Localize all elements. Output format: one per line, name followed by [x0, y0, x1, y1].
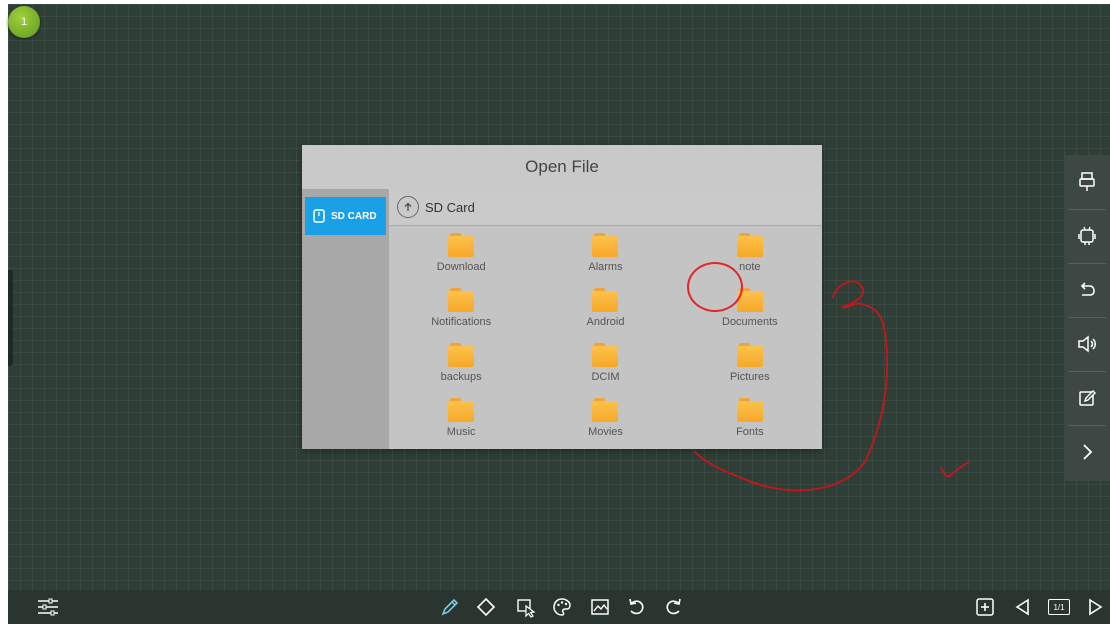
page-number-badge: 1 [8, 6, 40, 38]
redo-icon[interactable] [659, 590, 689, 624]
sd-card-tab-label: SD CARD [331, 210, 377, 222]
folder-pictures[interactable]: Pictures [678, 339, 822, 391]
annotation-highlight-circle [687, 262, 743, 312]
file-grid: Download Alarms note Notifications Andro… [389, 229, 822, 446]
sd-card-tab[interactable]: SD CARD [305, 197, 386, 235]
usb-icon[interactable] [1064, 155, 1110, 209]
page-indicator[interactable]: 1/1 [1044, 590, 1074, 624]
previous-page-icon[interactable] [1008, 590, 1038, 624]
folder-icon [592, 398, 619, 422]
folder-icon [448, 233, 475, 257]
palette-icon[interactable] [547, 590, 577, 624]
folder-notifications[interactable]: Notifications [389, 284, 533, 336]
right-toolbar [1064, 155, 1110, 481]
folder-icon [592, 233, 619, 257]
select-icon[interactable] [511, 590, 541, 624]
add-page-icon[interactable] [970, 590, 1000, 624]
folder-icon [448, 288, 475, 312]
annotate-icon[interactable] [1064, 371, 1110, 425]
dialog-sidebar: SD CARD [302, 189, 389, 449]
sd-card-icon [313, 209, 325, 223]
folder-backups[interactable]: backups [389, 339, 533, 391]
return-icon[interactable] [1064, 263, 1110, 317]
open-file-dialog: Open File SD CARD SD Card Download Alarm… [302, 145, 822, 449]
folder-label: Download [436, 261, 486, 273]
folder-label: DCIM [591, 371, 620, 383]
folder-icon [592, 288, 619, 312]
next-page-icon[interactable] [1080, 590, 1110, 624]
folder-icon [736, 343, 763, 367]
folder-download[interactable]: Download [389, 229, 533, 281]
path-bar: SD Card [389, 189, 822, 226]
page-indicator-label: 1/1 [1048, 599, 1070, 615]
folder-label: Android [586, 316, 625, 328]
bottom-toolbar: 1/1 [8, 590, 1110, 624]
folder-label: Notifications [431, 316, 492, 328]
file-browser: SD Card Download Alarms note Notificatio… [389, 189, 822, 449]
folder-icon [448, 398, 475, 422]
folder-label: Movies [588, 426, 623, 438]
current-path: SD Card [425, 199, 475, 215]
folder-dcim[interactable]: DCIM [533, 339, 677, 391]
folder-music[interactable]: Music [389, 394, 533, 446]
folder-label: Music [446, 426, 476, 438]
volume-icon[interactable] [1064, 317, 1110, 371]
folder-label: backups [440, 371, 482, 383]
folder-icon [592, 343, 619, 367]
android-icon[interactable] [1064, 209, 1110, 263]
chevron-right-icon[interactable] [1064, 425, 1110, 479]
folder-label: Alarms [588, 261, 623, 273]
folder-icon [736, 233, 763, 257]
insert-image-icon[interactable] [585, 590, 615, 624]
folder-icon [736, 398, 763, 422]
undo-icon[interactable] [621, 590, 651, 624]
dialog-title: Open File [302, 145, 822, 189]
folder-up-icon[interactable] [397, 196, 419, 218]
settings-sliders-icon[interactable] [33, 590, 63, 624]
folder-label: Pictures [729, 371, 770, 383]
folder-alarms[interactable]: Alarms [533, 229, 677, 281]
eraser-icon[interactable] [471, 590, 501, 624]
pen-icon[interactable] [435, 590, 465, 624]
folder-icon [448, 343, 475, 367]
folder-movies[interactable]: Movies [533, 394, 677, 446]
folder-label: note [739, 261, 761, 273]
folder-label: Fonts [736, 426, 764, 438]
folder-fonts[interactable]: Fonts [678, 394, 822, 446]
folder-label: Documents [722, 316, 778, 328]
folder-android[interactable]: Android [533, 284, 677, 336]
left-drawer-handle[interactable] [8, 270, 13, 366]
